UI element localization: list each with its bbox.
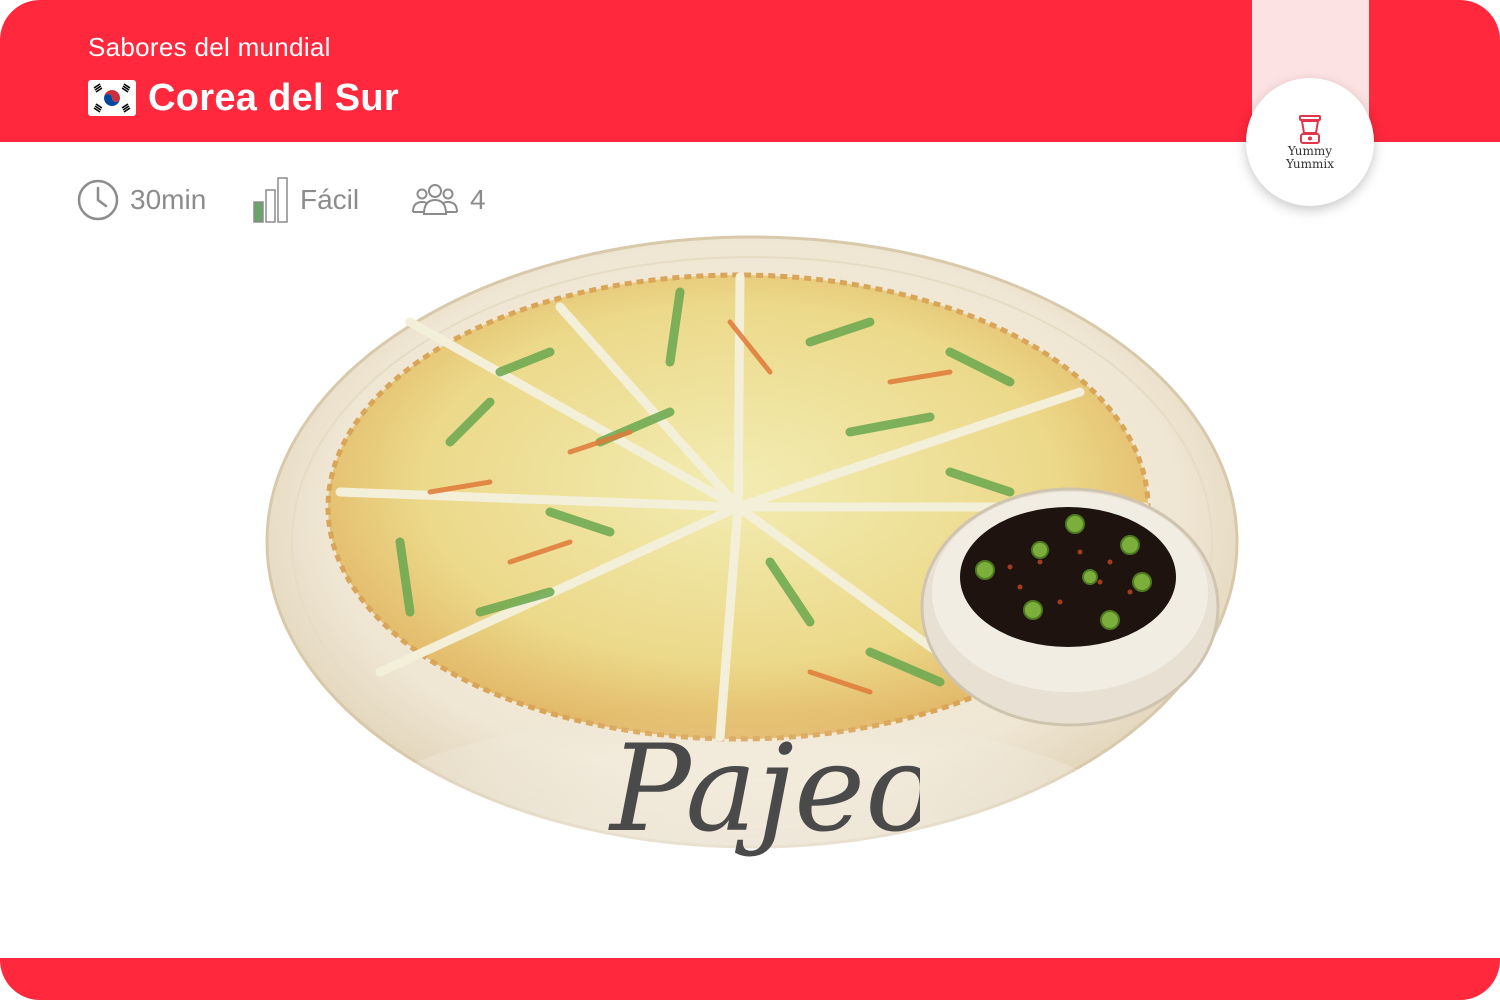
difficulty-bars-icon [253, 177, 288, 223]
country-title: Corea del Sur [148, 76, 399, 119]
difficulty-bar [253, 201, 264, 223]
difficulty-value: Fácil [300, 184, 360, 215]
brand-name-line2: Yummix [1286, 157, 1334, 171]
footer-bar [0, 958, 1500, 1000]
dipping-sauce-bowl [920, 487, 1220, 727]
clock-icon [77, 179, 119, 221]
blender-icon [1299, 115, 1321, 144]
servings-value: 4 [470, 184, 486, 215]
servings: 4 [410, 168, 486, 232]
south-korea-flag-icon [88, 80, 136, 116]
difficulty-bar [277, 177, 288, 223]
dish-name: Pajeon [608, 720, 920, 859]
brand-badge: Yummy Yummix [1246, 78, 1374, 206]
series-subtitle: Sabores del mundial [88, 32, 331, 62]
difficulty-bar [265, 189, 276, 223]
recipe-card: Sabores del mundial Corea del Sur Yummy … [0, 0, 1500, 1000]
country-title-row: Corea del Sur [88, 74, 399, 122]
difficulty: Fácil [252, 168, 359, 232]
prep-time-value: 30min [130, 184, 207, 215]
dish-name-script: Pajeon [608, 720, 920, 859]
prep-time: 30min [76, 168, 206, 232]
people-icon [412, 184, 458, 215]
